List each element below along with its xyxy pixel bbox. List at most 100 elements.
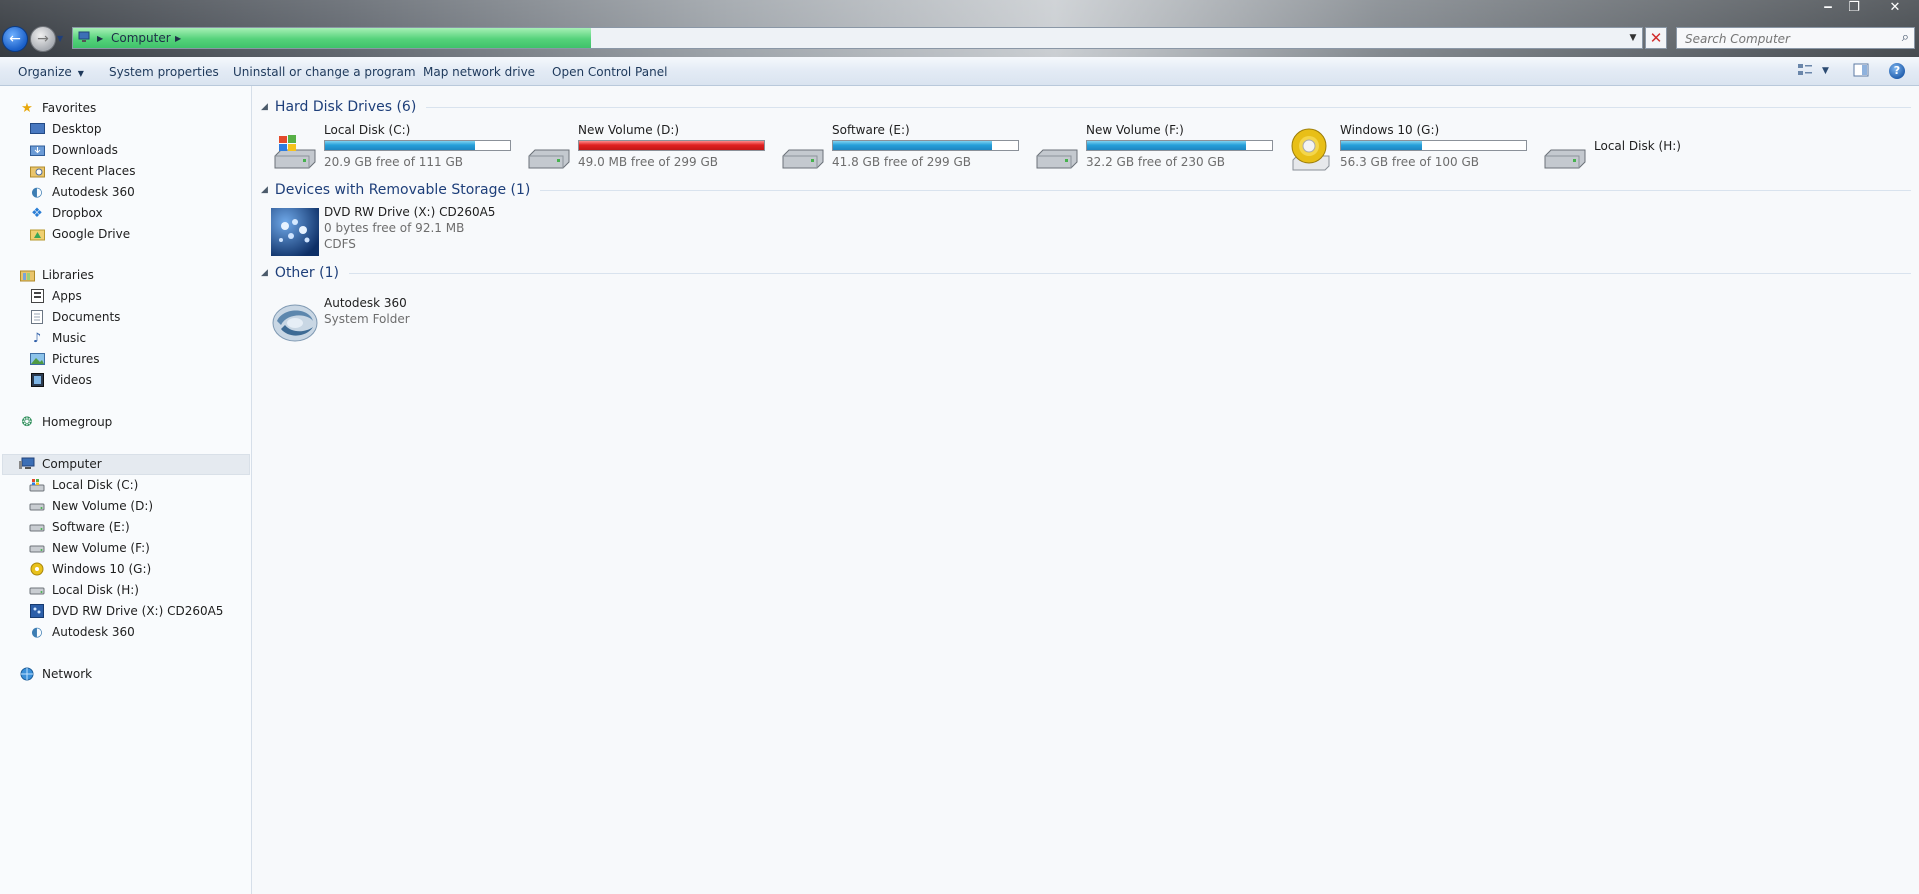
sidebar-item-local-disk-c[interactable]: Local Disk (C:) xyxy=(29,475,138,495)
change-view-button[interactable] xyxy=(1797,63,1813,79)
sidebar-item-desktop[interactable]: Desktop xyxy=(29,119,102,139)
sidebar-item-dropbox[interactable]: ❖ Dropbox xyxy=(29,203,103,223)
drive-usage-fill xyxy=(1087,141,1247,150)
sidebar-item-new-volume-f[interactable]: New Volume (F:) xyxy=(29,538,150,558)
navigation-pane: ★ Favorites Desktop Downloads Recent Pla… xyxy=(0,86,252,894)
drive-name: Local Disk (C:) xyxy=(324,123,411,137)
sidebar-item-videos[interactable]: Videos xyxy=(29,370,92,390)
disc-drive-icon xyxy=(1291,128,1330,171)
sidebar-favorites[interactable]: ★ Favorites xyxy=(19,98,96,118)
preview-pane-button[interactable] xyxy=(1853,63,1869,79)
sidebar-item-new-volume-d[interactable]: New Volume (D:) xyxy=(29,496,153,516)
drive-tile-windows-10-g[interactable]: Windows 10 (G:) 56.3 GB free of 100 GB xyxy=(1287,123,1537,173)
group-header-other[interactable]: ◢ Other (1) xyxy=(261,263,1911,283)
group-header-removable-storage[interactable]: ◢ Devices with Removable Storage (1) xyxy=(261,180,1911,200)
drive-usage-fill xyxy=(1341,141,1423,150)
desktop-icon xyxy=(29,121,45,137)
homegroup-icon: ❂ xyxy=(21,414,33,430)
sidebar-item-local-disk-h[interactable]: Local Disk (H:) xyxy=(29,580,139,600)
search-icon: ⌕ xyxy=(1901,30,1909,45)
pictures-icon xyxy=(29,351,45,367)
sidebar-item-apps[interactable]: Apps xyxy=(29,286,82,306)
drive-name: New Volume (F:) xyxy=(1086,123,1184,137)
group-header-hard-disk-drives[interactable]: ◢ Hard Disk Drives (6) xyxy=(261,97,1911,117)
group-divider xyxy=(426,106,1911,108)
drive-usage-bar xyxy=(578,140,765,151)
sidebar-item-dvd-rw-drive-x[interactable]: DVD RW Drive (X:) CD260A5 xyxy=(29,601,223,621)
maximize-button[interactable]: ❐ xyxy=(1841,0,1867,18)
windows-hard-drive-icon xyxy=(29,477,45,493)
uninstall-program-button[interactable]: Uninstall or change a program xyxy=(233,65,416,79)
hard-drive-icon xyxy=(29,519,45,535)
collapse-triangle-icon[interactable]: ◢ xyxy=(261,268,268,278)
collapse-triangle-icon[interactable]: ◢ xyxy=(261,185,268,195)
drive-free-space: 32.2 GB free of 230 GB xyxy=(1086,155,1225,169)
videos-icon xyxy=(29,372,45,388)
drive-tile-local-disk-c[interactable]: Local Disk (C:) 20.9 GB free of 111 GB xyxy=(271,123,521,173)
forward-button[interactable]: → xyxy=(30,26,56,52)
sidebar-favorites-label: Favorites xyxy=(42,101,97,115)
hard-drive-icon xyxy=(528,149,570,169)
sidebar-item-windows-10-g[interactable]: Windows 10 (G:) xyxy=(29,559,151,579)
sidebar-item-label: Documents xyxy=(52,310,121,324)
search-box[interactable]: ⌕ xyxy=(1676,27,1915,49)
sidebar-item-label: Videos xyxy=(52,373,92,387)
sidebar-item-pictures[interactable]: Pictures xyxy=(29,349,100,369)
hard-drive-icon xyxy=(29,582,45,598)
sidebar-computer[interactable]: Computer xyxy=(19,454,102,474)
drive-name: Windows 10 (G:) xyxy=(1340,123,1440,137)
organize-label: Organize xyxy=(18,65,72,79)
system-properties-button[interactable]: System properties xyxy=(109,65,219,79)
back-button[interactable]: ← xyxy=(2,26,28,52)
close-button[interactable]: ✕ xyxy=(1880,0,1910,18)
sidebar-item-software-e[interactable]: Software (E:) xyxy=(29,517,130,537)
star-icon: ★ xyxy=(21,100,33,116)
views-dropdown[interactable]: ▼ xyxy=(1822,66,1829,82)
sidebar-item-downloads[interactable]: Downloads xyxy=(29,140,118,160)
breadcrumb-root-chevron-icon[interactable]: ▶ xyxy=(97,34,103,43)
sidebar-item-recent-places[interactable]: Recent Places xyxy=(29,161,135,181)
sidebar-item-autodesk-360-computer[interactable]: ◐ Autodesk 360 xyxy=(29,622,134,642)
device-tile-autodesk-360[interactable]: Autodesk 360 System Folder xyxy=(271,296,521,348)
hard-drive-icon xyxy=(1544,149,1586,169)
sidebar-item-label: Recent Places xyxy=(52,164,136,178)
device-name: Autodesk 360 xyxy=(324,296,407,310)
sidebar-item-label: Dropbox xyxy=(52,206,103,220)
drive-tile-new-volume-d[interactable]: New Volume (D:) 49.0 MB free of 299 GB xyxy=(525,123,775,173)
recent-pages-dropdown[interactable]: ▼ xyxy=(57,34,63,43)
map-network-drive-button[interactable]: Map network drive xyxy=(423,65,535,79)
collapse-triangle-icon[interactable]: ◢ xyxy=(261,102,268,112)
network-icon xyxy=(19,666,35,682)
drive-tile-software-e[interactable]: Software (E:) 41.8 GB free of 299 GB xyxy=(779,123,1029,173)
address-bar[interactable]: ▶ Computer ▶ xyxy=(72,27,1643,49)
help-button[interactable]: ? xyxy=(1889,63,1905,79)
music-icon: ♪ xyxy=(32,330,42,346)
dropbox-icon: ❖ xyxy=(31,205,43,221)
sidebar-network[interactable]: Network xyxy=(19,664,92,684)
sidebar-item-label: Windows 10 (G:) xyxy=(52,562,152,576)
sidebar-item-music[interactable]: ♪ Music xyxy=(29,328,86,348)
minimize-button[interactable]: ‒ xyxy=(1815,0,1841,18)
drive-tile-new-volume-f[interactable]: New Volume (F:) 32.2 GB free of 230 GB xyxy=(1033,123,1283,173)
stop-button[interactable]: ✕ xyxy=(1645,27,1667,49)
drive-usage-bar xyxy=(1086,140,1273,151)
sidebar-homegroup-label: Homegroup xyxy=(42,415,113,429)
forward-arrow-icon: → xyxy=(37,31,49,47)
open-control-panel-button[interactable]: Open Control Panel xyxy=(552,65,667,79)
sidebar-item-google-drive[interactable]: Google Drive xyxy=(29,224,130,244)
sidebar-item-label: Autodesk 360 xyxy=(52,185,135,199)
organize-menu[interactable]: Organize ▼ xyxy=(18,65,84,79)
sidebar-libraries[interactable]: Libraries xyxy=(19,265,94,285)
sidebar-item-autodesk-360[interactable]: ◐ Autodesk 360 xyxy=(29,182,135,202)
address-history-dropdown[interactable]: ▼ xyxy=(1625,28,1641,48)
breadcrumb-computer[interactable]: Computer xyxy=(111,31,171,45)
sidebar-item-label: Local Disk (C:) xyxy=(52,478,139,492)
group-divider xyxy=(540,189,1911,191)
sidebar-item-documents[interactable]: Documents xyxy=(29,307,120,327)
device-tile-dvd-rw-drive-x[interactable]: DVD RW Drive (X:) CD260A5 0 bytes free o… xyxy=(271,205,521,257)
drive-tile-local-disk-h[interactable]: Local Disk (H:) xyxy=(1541,123,1741,173)
breadcrumb-chevron-icon[interactable]: ▶ xyxy=(175,34,181,43)
dvd-drive-icon xyxy=(271,208,319,256)
sidebar-homegroup[interactable]: ❂ Homegroup xyxy=(19,412,113,432)
search-input[interactable] xyxy=(1683,29,1887,49)
